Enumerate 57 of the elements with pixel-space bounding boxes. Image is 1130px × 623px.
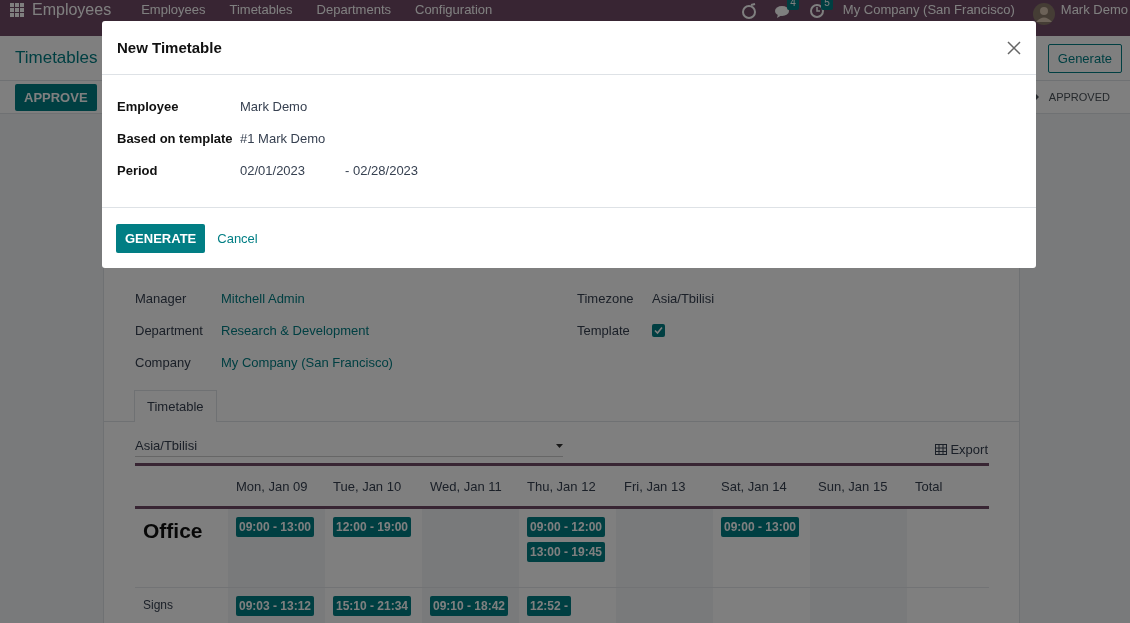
caret-icon — [556, 443, 563, 448]
field-label: Department — [135, 323, 204, 338]
count-badge: 5 — [821, 0, 833, 10]
user-name[interactable]: Mark Demo — [1060, 3, 1128, 17]
field-label: Company — [135, 355, 192, 370]
date-field[interactable]: 02/01/2023 — [240, 163, 306, 178]
close-button[interactable] — [1007, 40, 1021, 55]
apps-grid-icon[interactable] — [10, 3, 24, 17]
checkbox[interactable] — [652, 324, 665, 337]
cancel-link[interactable]: Cancel — [217, 230, 258, 246]
field-link[interactable]: Research & Development — [221, 323, 370, 338]
shift-tag[interactable]: 09:10 - 18:42 — [430, 596, 509, 616]
date-field[interactable]: - 02/28/2023 — [345, 163, 419, 178]
menu-item[interactable]: Configuration — [415, 3, 493, 17]
shift-tag[interactable]: 09:03 - 13:12 — [236, 596, 315, 616]
field-label: Employee — [117, 99, 180, 114]
field-link[interactable]: My Company (San Francisco) — [221, 355, 393, 370]
count-badge: 4 — [787, 0, 799, 10]
field-label: Template — [577, 323, 631, 338]
column-header: Tue, Jan 10 — [325, 466, 422, 509]
dialog-title: New Timetable — [117, 39, 222, 56]
company-switcher[interactable]: My Company (San Francisco) — [842, 3, 1015, 17]
shift-tag[interactable]: 12:52 - — [527, 596, 572, 616]
field-value: Asia/Tbilisi — [652, 291, 715, 306]
field-label: Period — [117, 163, 159, 178]
shift-tag[interactable]: 09:00 - 12:00 — [527, 517, 606, 537]
timezone-select[interactable]: Asia/Tbilisi — [135, 436, 563, 457]
shift-tag[interactable]: 15:10 - 21:34 — [333, 596, 412, 616]
breadcrumb[interactable]: Timetables — [15, 48, 98, 68]
column-header: Thu, Jan 12 — [519, 466, 616, 509]
field-label: Timezone — [577, 291, 635, 306]
column-header: Sat, Jan 14 — [713, 466, 810, 509]
chat-icon[interactable] — [774, 3, 791, 19]
shift-tag[interactable]: 09:00 - 13:00 — [721, 517, 800, 537]
export-button[interactable]: Export — [935, 442, 988, 457]
generate-button[interactable]: Generate — [1047, 43, 1122, 73]
shift-tag[interactable]: 13:00 - 19:45 — [527, 542, 606, 562]
app-name[interactable]: Employees — [32, 2, 112, 18]
shift-tag[interactable]: 12:00 - 19:00 — [333, 517, 412, 537]
menu-item[interactable]: Departments — [316, 3, 391, 17]
generate-button[interactable]: GENERATE — [116, 223, 206, 253]
shift-tag[interactable]: 09:00 - 13:00 — [236, 517, 315, 537]
table-icon — [935, 444, 948, 455]
avatar-icon[interactable] — [1032, 3, 1055, 25]
field-value[interactable]: #1 Mark Demo — [240, 131, 326, 146]
field-link[interactable]: Mitchell Admin — [221, 291, 305, 306]
clock-icon[interactable] — [808, 3, 825, 19]
field-label: Based on template — [117, 131, 234, 146]
approve-button[interactable]: APPROVE — [15, 83, 97, 111]
field-value[interactable]: Mark Demo — [240, 99, 308, 114]
menu-item[interactable]: Timetables — [229, 3, 293, 17]
column-header: Total — [907, 466, 989, 509]
field-label: Manager — [135, 291, 188, 306]
status-stage[interactable]: APPROVED — [1048, 91, 1110, 103]
tab[interactable]: Timetable — [134, 390, 217, 422]
refresh-icon[interactable] — [740, 3, 757, 19]
menu-item[interactable]: Employees — [141, 3, 206, 17]
